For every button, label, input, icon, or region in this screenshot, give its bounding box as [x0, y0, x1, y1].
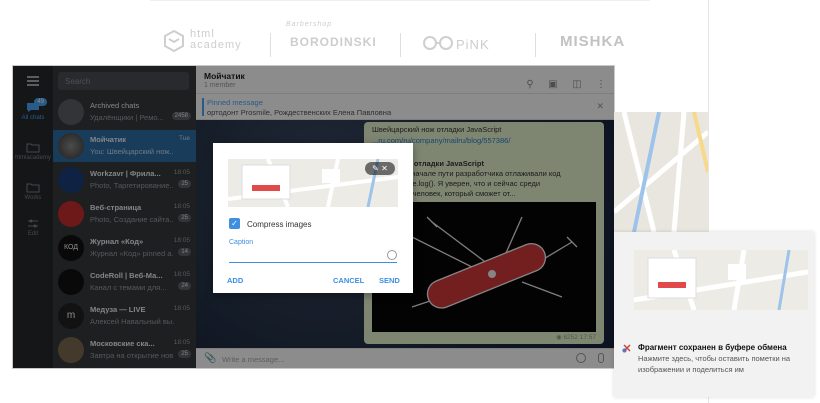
add-button[interactable]: ADD — [227, 276, 243, 285]
notification-preview — [634, 250, 808, 310]
notification-title: Фрагмент сохранен в буфере обмена — [638, 343, 787, 352]
compress-label[interactable]: Compress images — [247, 220, 311, 229]
logo-html-academy: html academy — [190, 28, 242, 51]
image-edit-tools[interactable]: ✎ ✕ — [365, 162, 395, 175]
image-preview[interactable]: ✎ ✕ — [228, 159, 398, 207]
logo-borodinski: BORODINSKI — [290, 35, 377, 49]
logo-pink: PiNK — [456, 37, 490, 52]
logo-divider — [400, 33, 401, 57]
cancel-button[interactable]: CANCEL — [333, 276, 364, 285]
logo-divider — [535, 33, 536, 57]
glasses-icon — [423, 36, 453, 50]
logo-divider — [270, 33, 271, 57]
logo-borodinski-script: Barbershop — [286, 21, 333, 28]
notification-body: Нажмите здесь, чтобы оставить пометки на… — [638, 354, 791, 374]
caption-input[interactable] — [229, 249, 397, 263]
map-image — [614, 112, 708, 232]
compress-checkbox[interactable]: ✓ — [229, 218, 240, 229]
caption-label: Caption — [229, 239, 254, 246]
map-screenshot — [634, 250, 808, 310]
clipboard-notification[interactable]: Фрагмент сохранен в буфере обмена Нажмит… — [614, 232, 814, 397]
screen: html academy Barbershop BORODINSKI PiNK … — [0, 0, 820, 403]
partner-logos: html academy Barbershop BORODINSKI PiNK … — [150, 0, 650, 62]
close-icon[interactable]: ✕ — [381, 164, 388, 173]
snip-icon — [622, 344, 631, 353]
logo-mishka: MISHKA — [560, 33, 626, 50]
send-button[interactable]: SEND — [379, 276, 400, 285]
html-academy-icon — [164, 29, 184, 53]
map-fragment — [614, 112, 708, 232]
emoji-icon[interactable] — [387, 250, 397, 260]
send-photo-dialog: ✎ ✕ ✓ Compress images Caption ADD CANCEL… — [213, 143, 413, 293]
pencil-icon[interactable]: ✎ — [372, 164, 379, 173]
